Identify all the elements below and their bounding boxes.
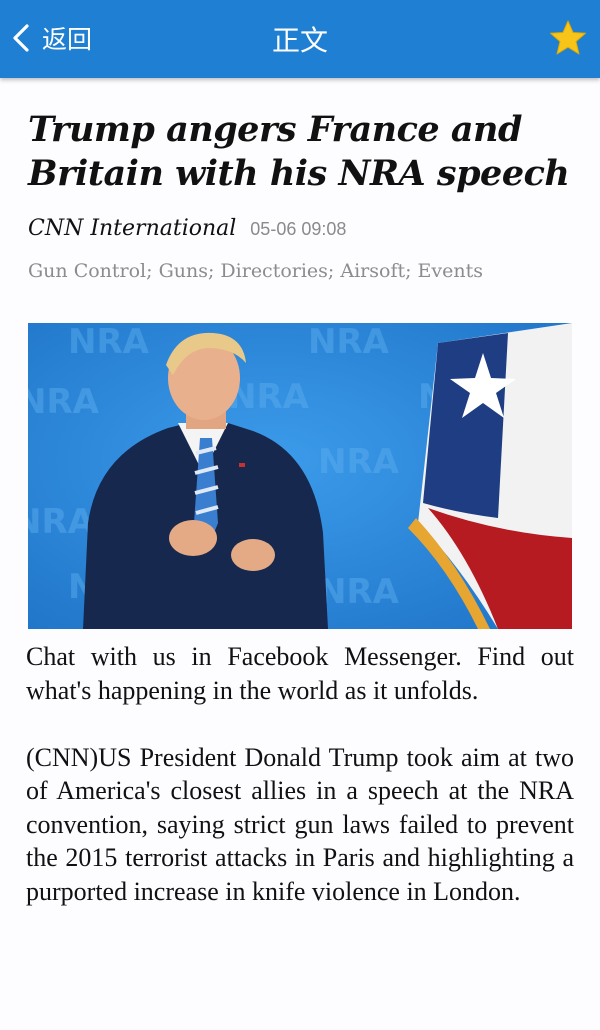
star-icon[interactable] <box>548 18 588 58</box>
back-button[interactable]: 返回 <box>10 16 92 60</box>
article-tags: Gun Control; Guns; Directories; Airsoft;… <box>28 260 484 282</box>
svg-text:NRA: NRA <box>318 442 400 482</box>
back-label: 返回 <box>42 25 93 54</box>
article-meta: CNN International 05-06 09:08 <box>28 216 346 241</box>
top-app-bar: 返回 正文 <box>0 0 600 78</box>
svg-text:NRA: NRA <box>318 572 400 612</box>
article-paragraph: Chat with us in Facebook Messenger. Find… <box>26 642 574 705</box>
svg-text:NRA: NRA <box>28 382 100 422</box>
chevron-left-icon <box>13 24 29 52</box>
article-headline: Trump angers France and Britain with his… <box>28 109 570 194</box>
svg-text:NRA: NRA <box>68 323 150 362</box>
article-source: CNN International <box>28 216 237 241</box>
svg-text:NRA: NRA <box>308 323 390 362</box>
article-body: Chat with us in Facebook Messenger. Find… <box>26 640 574 942</box>
article-paragraph: (CNN)US President Donald Trump took aim … <box>26 742 574 906</box>
article-image[interactable]: NRA NRA NRA NRA NRA NRA NRA NRA NRA <box>28 323 572 629</box>
article-photo: NRA NRA NRA NRA NRA NRA NRA NRA NRA <box>28 323 572 629</box>
svg-text:NRA: NRA <box>228 377 310 417</box>
article-date: 05-06 09:08 <box>250 219 347 239</box>
svg-text:NRA: NRA <box>28 502 95 542</box>
